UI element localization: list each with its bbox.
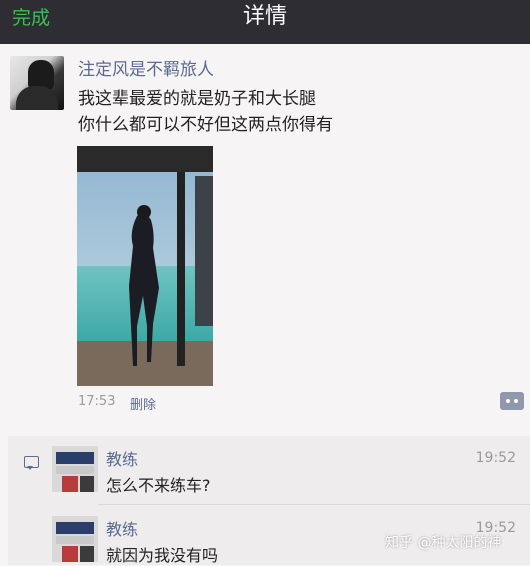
top-navigation-bar: 完成 详情 (0, 0, 530, 44)
page-title: 详情 (242, 4, 287, 29)
post-photo[interactable] (77, 146, 213, 386)
more-dot-icon (514, 399, 518, 403)
photo-illustration (77, 146, 213, 386)
post-text-line: 我这辈最爱的就是奶子和大长腿 (78, 89, 316, 109)
avatar-sign-strip (56, 522, 94, 534)
comment-icon (24, 456, 39, 470)
avatar-block (80, 476, 94, 492)
comment-author[interactable]: 教练 (106, 446, 138, 470)
comment-author[interactable]: 教练 (106, 516, 138, 540)
comment-time: 19:52 (475, 450, 516, 466)
post-timestamp: 17:53 (78, 394, 116, 409)
comment-text: 就因为我没有吗 (106, 546, 219, 565)
delete-post-link[interactable]: 删除 (130, 394, 156, 413)
avatar-sign-strip (56, 452, 94, 464)
comment-avatar[interactable] (52, 446, 98, 492)
post-author-name[interactable]: 注定风是不羁旅人 (78, 58, 214, 82)
comment-text: 怎么不来练车? (106, 476, 211, 495)
avatar-block (62, 476, 78, 492)
avatar-block (80, 546, 94, 562)
author-avatar[interactable] (10, 56, 64, 110)
avatar-body-shape (16, 86, 58, 110)
post-text: 我这辈最爱的就是奶子和大长腿 你什么都可以不好但这两点你得有 (78, 86, 508, 138)
more-options-button[interactable] (500, 392, 524, 410)
avatar-block (62, 546, 78, 562)
post-text-line: 你什么都可以不好但这两点你得有 (78, 115, 333, 135)
comment-divider (98, 504, 530, 505)
more-dot-icon (506, 399, 510, 403)
avatar-sign-strip (56, 536, 94, 544)
comment-avatar[interactable] (52, 516, 98, 562)
avatar-sign-strip (56, 466, 94, 474)
watermark-text: 知乎 @种太阳的神 (385, 535, 502, 551)
